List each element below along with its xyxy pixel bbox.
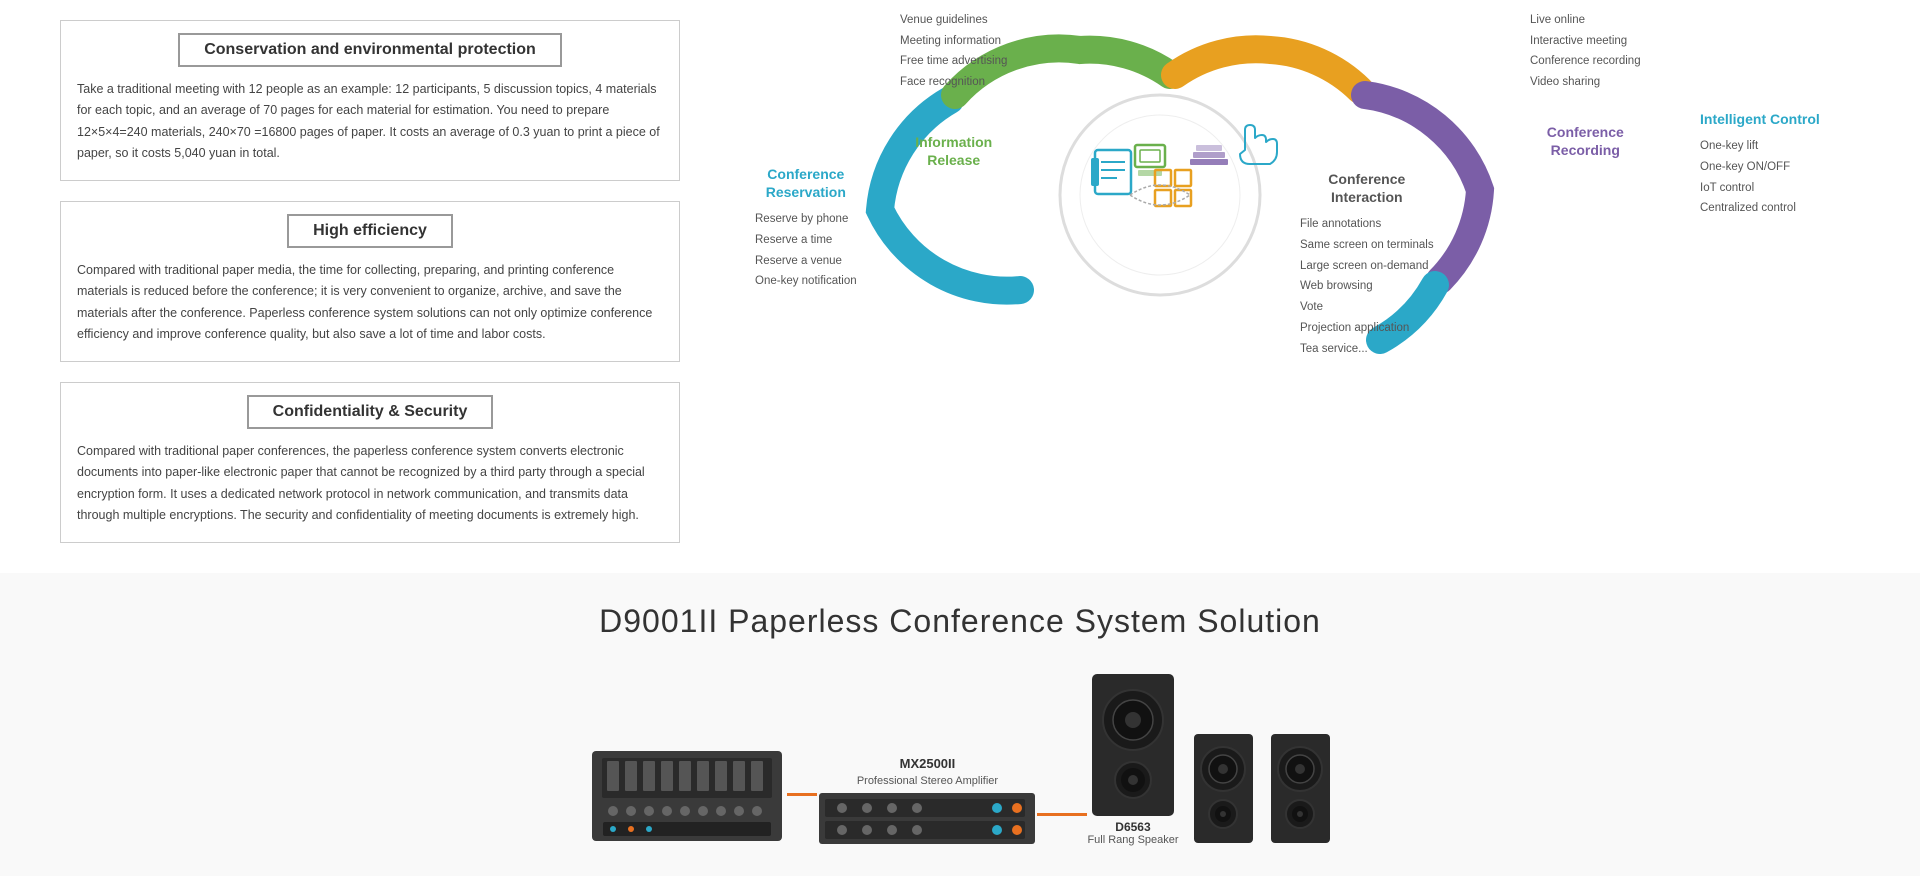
information-release-section: Venue guidelines Meeting information Fre… — [900, 10, 1007, 169]
connector-2 — [1037, 813, 1087, 816]
conference-interaction-section: ConferenceInteraction File annotations S… — [1300, 170, 1434, 359]
conference-interaction-items: File annotations Same screen on terminal… — [1300, 214, 1434, 359]
left-column: Conservation and environmental protectio… — [60, 10, 680, 543]
conservation-card: Conservation and environmental protectio… — [60, 20, 680, 181]
large-speaker: D6563 Full Rang Speaker — [1087, 670, 1178, 846]
main-container: Conservation and environmental protectio… — [0, 0, 1920, 553]
large-speaker-desc: Full Rang Speaker — [1087, 834, 1178, 846]
confidentiality-title: Confidentiality & Security — [247, 395, 494, 429]
mixer-svg — [587, 746, 787, 846]
conference-interaction-title: ConferenceInteraction — [1300, 170, 1434, 206]
amplifier-svg — [817, 791, 1037, 846]
right-column: Conference Reservation Reserve by phone … — [720, 10, 1860, 543]
conference-recording-title: ConferenceRecording — [1530, 123, 1641, 159]
intelligent-control-title: Intelligent Control — [1700, 110, 1820, 128]
small-speaker-2-svg — [1268, 731, 1333, 846]
large-speaker-name: D6563 — [1115, 820, 1150, 834]
bottom-section: D9001II Paperless Conference System Solu… — [0, 573, 1920, 876]
small-speaker-2 — [1268, 731, 1333, 846]
amplifier-name: MX2500II — [900, 756, 956, 771]
small-speaker-1 — [1191, 731, 1256, 846]
bottom-title: D9001II Paperless Conference System Solu… — [60, 603, 1860, 640]
amplifier-desc: Professional Stereo Amplifier — [857, 775, 998, 787]
diagram-container: Conference Reservation Reserve by phone … — [740, 10, 1840, 390]
mixer-equipment — [587, 746, 787, 846]
information-release-items-top: Venue guidelines Meeting information Fre… — [900, 10, 1007, 93]
conference-reservation-title: Conference Reservation — [755, 165, 857, 201]
conservation-title: Conservation and environmental protectio… — [178, 33, 562, 67]
connector-1 — [787, 793, 817, 796]
high-efficiency-title: High efficiency — [287, 214, 453, 248]
high-efficiency-body: Compared with traditional paper media, t… — [61, 260, 679, 345]
small-speaker-1-svg — [1191, 731, 1256, 846]
large-speaker-svg — [1088, 670, 1178, 820]
confidentiality-card: Confidentiality & Security Compared with… — [60, 382, 680, 543]
intelligent-control-items: One-key lift One-key ON/OFF IoT control … — [1700, 136, 1820, 219]
conference-recording-section: Live online Interactive meeting Conferen… — [1530, 10, 1641, 159]
intelligent-control-section: Intelligent Control One-key lift One-key… — [1700, 110, 1820, 219]
conference-recording-items-top: Live online Interactive meeting Conferen… — [1530, 10, 1641, 93]
high-efficiency-card: High efficiency Compared with traditiona… — [60, 201, 680, 362]
conference-reservation-items: Reserve by phone Reserve a time Reserve … — [755, 209, 857, 292]
amplifier-equipment: MX2500II Professional Stereo Amplifier — [817, 756, 1037, 846]
conservation-body: Take a traditional meeting with 12 peopl… — [61, 79, 679, 164]
speaker-group: D6563 Full Rang Speaker — [1087, 670, 1332, 846]
confidentiality-body: Compared with traditional paper conferen… — [61, 441, 679, 526]
information-release-title: InformationRelease — [900, 133, 1007, 169]
conference-reservation-section: Conference Reservation Reserve by phone … — [755, 165, 857, 292]
